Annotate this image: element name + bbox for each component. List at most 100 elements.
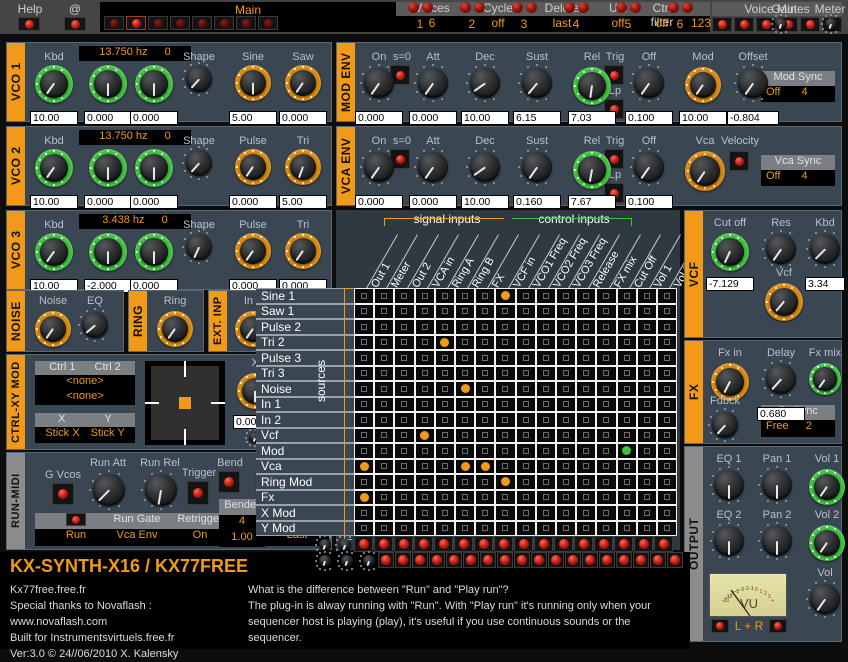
rel-dial[interactable] — [573, 151, 611, 189]
vol-1-knob[interactable] — [809, 469, 845, 505]
matrix-cell-r7-c13[interactable] — [597, 382, 615, 396]
kbd-knob[interactable] — [35, 65, 73, 103]
matrix-cell-r10-c4[interactable] — [416, 429, 434, 443]
matrix-cell-r12-c12[interactable] — [577, 460, 595, 474]
matrix-cell-r2-c5[interactable] — [436, 305, 454, 319]
matrix-bottom-led-8[interactable] — [494, 536, 513, 552]
matrix-cell-r13-c12[interactable] — [577, 475, 595, 489]
sust-value[interactable]: 0.160 — [513, 195, 561, 209]
vcf-dial[interactable] — [765, 283, 803, 321]
sust-knob[interactable] — [521, 151, 553, 183]
att-value[interactable]: 0.000 — [409, 195, 457, 209]
voice-2-led-1[interactable] — [460, 2, 471, 13]
att-dial[interactable] — [417, 151, 449, 183]
matrix-cell-r15-c13[interactable] — [597, 506, 615, 520]
main-led-3[interactable] — [148, 16, 168, 30]
matrix-cell-r11-c13[interactable] — [597, 444, 615, 458]
matrix-cell-r16-c8[interactable] — [496, 522, 514, 536]
matrix-cell-r14-c8[interactable] — [496, 491, 514, 505]
main-led-4[interactable] — [170, 16, 190, 30]
tri-dial[interactable] — [285, 233, 321, 269]
matrix-cell-r5-c8[interactable] — [496, 351, 514, 365]
knob-1-knob[interactable] — [89, 233, 127, 271]
footer-led-9[interactable] — [514, 552, 530, 568]
footer-led-5[interactable] — [446, 552, 462, 568]
matrix-cell-r8-c10[interactable] — [537, 398, 555, 412]
knob-2-value[interactable]: 0.000 — [130, 111, 178, 125]
off-value[interactable]: 0.100 — [625, 195, 673, 209]
eq-knob[interactable] — [81, 311, 109, 339]
matrix-bottom-led-5[interactable] — [434, 536, 453, 552]
matrix-cell-r5-c15[interactable] — [638, 351, 656, 365]
matrix-cell-r9-c9[interactable] — [517, 413, 535, 427]
matrix-cell-r4-c8[interactable] — [496, 336, 514, 350]
matrix-cell-r11-c16[interactable] — [658, 444, 676, 458]
matrix-cell-r16-c12[interactable] — [577, 522, 595, 536]
matrix-cell-r9-c11[interactable] — [557, 413, 575, 427]
matrix-bottom-led-6[interactable] — [454, 536, 473, 552]
vol-2-dial[interactable] — [809, 525, 845, 561]
matrix-cell-r15-c7[interactable] — [476, 506, 494, 520]
att-knob[interactable] — [417, 67, 449, 99]
matrix-cell-r16-c6[interactable] — [456, 522, 474, 536]
voice-5-led-1[interactable] — [616, 2, 627, 13]
fdbck-dial[interactable] — [711, 411, 739, 439]
saw-dial[interactable] — [285, 65, 321, 101]
ring-knob[interactable] — [157, 311, 193, 347]
footer-led-14[interactable] — [599, 552, 615, 568]
matrix-bottom-led-16[interactable] — [654, 536, 673, 552]
matrix-cell-r11-c7[interactable] — [476, 444, 494, 458]
matrix-cell-r8-c6[interactable] — [456, 398, 474, 412]
footer-mini-1-dial[interactable] — [318, 554, 332, 568]
knob-1-dial[interactable] — [89, 149, 127, 187]
matrix-cell-r1-c2[interactable] — [375, 289, 393, 303]
att-value[interactable]: 0.000 — [409, 111, 457, 125]
matrix-bottom-led-9[interactable] — [514, 536, 533, 552]
matrix-cell-r1-c1[interactable] — [355, 289, 373, 303]
matrix-cell-r13-c11[interactable] — [557, 475, 575, 489]
matrix-cell-r3-c10[interactable] — [537, 320, 555, 334]
matrix-cell-r16-c9[interactable] — [517, 522, 535, 536]
matrix-bottom-led-10[interactable] — [534, 536, 553, 552]
tri-dial[interactable] — [285, 149, 321, 185]
matrix-cell-r1-c4[interactable] — [416, 289, 434, 303]
footer-led-11[interactable] — [548, 552, 564, 568]
sust-dial[interactable] — [521, 67, 553, 99]
matrix-cell-r10-c15[interactable] — [638, 429, 656, 443]
matrix-cell-r10-c1[interactable] — [355, 429, 373, 443]
gain-knob-dial[interactable] — [774, 17, 788, 31]
matrix-cell-r9-c12[interactable] — [577, 413, 595, 427]
att-dial[interactable] — [417, 67, 449, 99]
matrix-cell-r8-c12[interactable] — [577, 398, 595, 412]
xy-pad[interactable] — [145, 361, 225, 445]
matrix-cell-r1-c10[interactable] — [537, 289, 555, 303]
matrix-cell-r2-c16[interactable] — [658, 305, 676, 319]
knob-1-value[interactable]: 0.000 — [84, 111, 132, 125]
matrix-cell-r9-c8[interactable] — [496, 413, 514, 427]
vca-dial[interactable] — [685, 151, 725, 191]
shape-dial[interactable] — [185, 149, 213, 177]
matrix-cell-r3-c8[interactable] — [496, 320, 514, 334]
matrix-cell-r1-c3[interactable] — [395, 289, 413, 303]
matrix-cell-r5-c16[interactable] — [658, 351, 676, 365]
matrix-cell-r14-c11[interactable] — [557, 491, 575, 505]
footer-mini-3-dial[interactable] — [362, 554, 376, 568]
matrix-cell-r1-c5[interactable] — [436, 289, 454, 303]
matrix-cell-r16-c16[interactable] — [658, 522, 676, 536]
matrix-cell-r2-c10[interactable] — [537, 305, 555, 319]
knob-1-knob[interactable] — [89, 149, 127, 187]
matrix-cell-r7-c3[interactable] — [395, 382, 413, 396]
knob-2-knob[interactable] — [135, 65, 173, 103]
mod-sync-value[interactable]: Off 4 — [761, 86, 835, 102]
matrix-cell-r11-c12[interactable] — [577, 444, 595, 458]
fdbck-knob[interactable] — [711, 411, 739, 439]
pulse-value[interactable]: 0.000 — [229, 195, 277, 209]
pan-2-dial[interactable] — [761, 525, 793, 557]
kbd-knob[interactable] — [35, 149, 73, 187]
matrix-cell-r16-c4[interactable] — [416, 522, 434, 536]
matrix-cell-r11-c6[interactable] — [456, 444, 474, 458]
matrix-cell-r5-c6[interactable] — [456, 351, 474, 365]
knob-1-knob[interactable] — [89, 65, 127, 103]
gain-knob[interactable] — [774, 17, 788, 31]
matrix-cell-r6-c15[interactable] — [638, 367, 656, 381]
